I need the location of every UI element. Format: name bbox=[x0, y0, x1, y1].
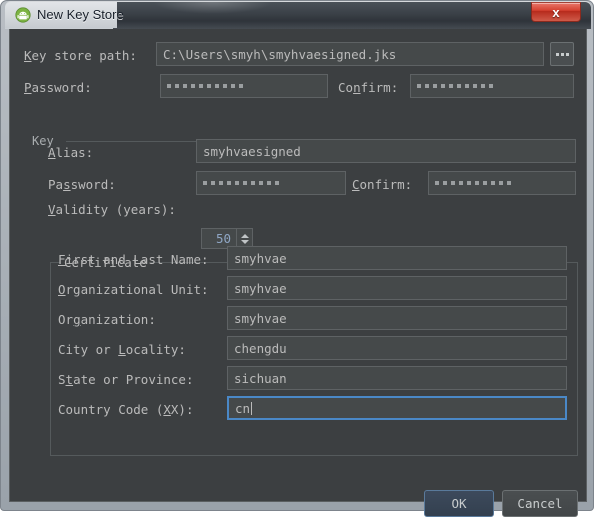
cert-first-last-name-input[interactable]: smyhvae bbox=[227, 246, 567, 270]
ellipsis-icon bbox=[555, 52, 569, 56]
alias-input[interactable]: smyhvaesigned bbox=[196, 139, 576, 163]
keystore-confirm-label-pre: Co bbox=[338, 80, 354, 95]
cert-city-locality-label-rest: ocality: bbox=[125, 342, 186, 357]
cert-organizational-unit-value: smyhvae bbox=[234, 280, 287, 296]
key-confirm-label-mnemonic: C bbox=[352, 177, 360, 192]
key-confirm-dots bbox=[435, 181, 511, 185]
key-confirm-input[interactable] bbox=[428, 171, 576, 195]
cert-first-last-name-label-mnemonic: F bbox=[58, 252, 66, 267]
keystore-confirm-input[interactable] bbox=[410, 74, 574, 98]
window-title: New Key Store bbox=[37, 7, 124, 22]
ok-button-label: OK bbox=[451, 496, 467, 511]
cert-organizational-unit-label-rest: rganizational Unit: bbox=[65, 282, 209, 297]
keystore-path-label-mnemonic: K bbox=[24, 48, 32, 63]
cert-city-locality-label-mnemonic: L bbox=[118, 342, 126, 357]
cert-organizational-unit-label: Organizational Unit: bbox=[58, 282, 209, 298]
key-password-label: Password: bbox=[48, 177, 116, 193]
key-password-label-mnemonic: s bbox=[63, 177, 71, 192]
cert-state-province-label-pre: S bbox=[58, 372, 66, 387]
keystore-path-input[interactable]: C:\Users\smyh\smyhvaesigned.jks bbox=[156, 42, 544, 66]
key-password-label-pre: Pa bbox=[48, 177, 64, 192]
cert-country-code-input[interactable]: cn bbox=[227, 396, 567, 420]
cert-organization-label-mnemonic: g bbox=[73, 312, 81, 327]
alias-label-rest: lias: bbox=[55, 145, 94, 160]
close-icon: x bbox=[552, 4, 560, 20]
keystore-path-label-rest: ey store path: bbox=[31, 48, 137, 63]
cancel-button[interactable]: Cancel bbox=[502, 490, 578, 517]
cert-country-code-value: cn bbox=[235, 400, 251, 416]
browse-button[interactable] bbox=[550, 42, 574, 66]
key-password-dots bbox=[203, 181, 279, 185]
cert-city-locality-input[interactable]: chengdu bbox=[227, 336, 567, 360]
window-inner: New Key Store x Key store path: C:\Users… bbox=[5, 1, 591, 517]
cert-organizational-unit-label-mnemonic: O bbox=[58, 282, 66, 297]
cert-organization-label-pre: Or bbox=[58, 312, 74, 327]
cert-city-locality-label-pre: City or bbox=[58, 342, 119, 357]
keystore-password-label: Password: bbox=[24, 80, 92, 96]
cert-organization-label-rest: anization: bbox=[80, 312, 156, 327]
android-studio-icon bbox=[15, 7, 31, 23]
key-confirm-label-rest: onfirm: bbox=[359, 177, 413, 192]
validity-label-rest: alidity (years): bbox=[55, 202, 176, 217]
cert-city-locality-value: chengdu bbox=[234, 340, 287, 356]
cert-organization-label: Organization: bbox=[58, 312, 156, 328]
alias-label-mnemonic: A bbox=[48, 145, 56, 160]
cert-country-code-label: Country Code (XX): bbox=[58, 402, 193, 418]
cancel-button-label: Cancel bbox=[517, 496, 563, 511]
alias-label: Alias: bbox=[48, 145, 93, 161]
cert-country-code-label-mnemonic: X bbox=[163, 402, 171, 417]
chevron-up-icon[interactable] bbox=[240, 233, 249, 238]
cert-organization-value: smyhvae bbox=[234, 310, 287, 326]
cert-state-province-label-rest: ate or Province: bbox=[73, 372, 194, 387]
keystore-confirm-dots bbox=[417, 84, 493, 88]
title-bar-dark-fill bbox=[113, 2, 591, 29]
cert-state-province-value: sichuan bbox=[234, 370, 287, 386]
keystore-password-label-mnemonic: P bbox=[24, 80, 32, 95]
keystore-path-label: Key store path: bbox=[24, 48, 137, 64]
keystore-path-value: C:\Users\smyh\smyhvaesigned.jks bbox=[163, 46, 397, 62]
cert-first-last-name-label: First and Last Name: bbox=[58, 252, 209, 268]
cert-city-locality-label: City or Locality: bbox=[58, 342, 186, 358]
keystore-confirm-label-rest: firm: bbox=[360, 80, 399, 95]
ok-button[interactable]: OK bbox=[424, 490, 494, 517]
text-caret bbox=[251, 401, 253, 415]
keystore-password-dots bbox=[167, 84, 243, 88]
key-password-input[interactable] bbox=[196, 171, 346, 195]
validity-label: Validity (years): bbox=[48, 202, 176, 218]
close-button[interactable]: x bbox=[531, 2, 581, 22]
cert-organizational-unit-input[interactable]: smyhvae bbox=[227, 276, 567, 300]
keystore-password-label-rest: assword: bbox=[31, 80, 92, 95]
cert-state-province-label-mnemonic: t bbox=[65, 372, 74, 387]
dialog-body: Key store path: C:\Users\smyh\smyhvaesig… bbox=[9, 29, 587, 517]
keystore-confirm-label: Confirm: bbox=[338, 80, 398, 96]
cert-country-code-label-pre: Country Code ( bbox=[58, 402, 164, 417]
cert-organization-input[interactable]: smyhvae bbox=[227, 306, 567, 330]
key-confirm-label: Confirm: bbox=[352, 177, 412, 193]
alias-value: smyhvaesigned bbox=[203, 143, 301, 159]
keystore-password-input[interactable] bbox=[160, 74, 328, 98]
key-password-label-rest: sword: bbox=[70, 177, 116, 192]
cert-state-province-label: State or Province: bbox=[58, 372, 193, 388]
cert-first-last-name-label-rest: irst and Last Name: bbox=[65, 252, 209, 267]
cert-state-province-input[interactable]: sichuan bbox=[227, 366, 567, 390]
validity-label-mnemonic: V bbox=[48, 202, 56, 217]
window-frame: New Key Store x Key store path: C:\Users… bbox=[0, 0, 594, 517]
title-bar[interactable]: New Key Store x bbox=[5, 1, 591, 29]
chevron-down-icon[interactable] bbox=[240, 239, 249, 244]
cert-first-last-name-value: smyhvae bbox=[234, 250, 287, 266]
keystore-confirm-label-mnemonic: n bbox=[353, 80, 361, 95]
cert-country-code-label-rest: X): bbox=[170, 402, 194, 417]
